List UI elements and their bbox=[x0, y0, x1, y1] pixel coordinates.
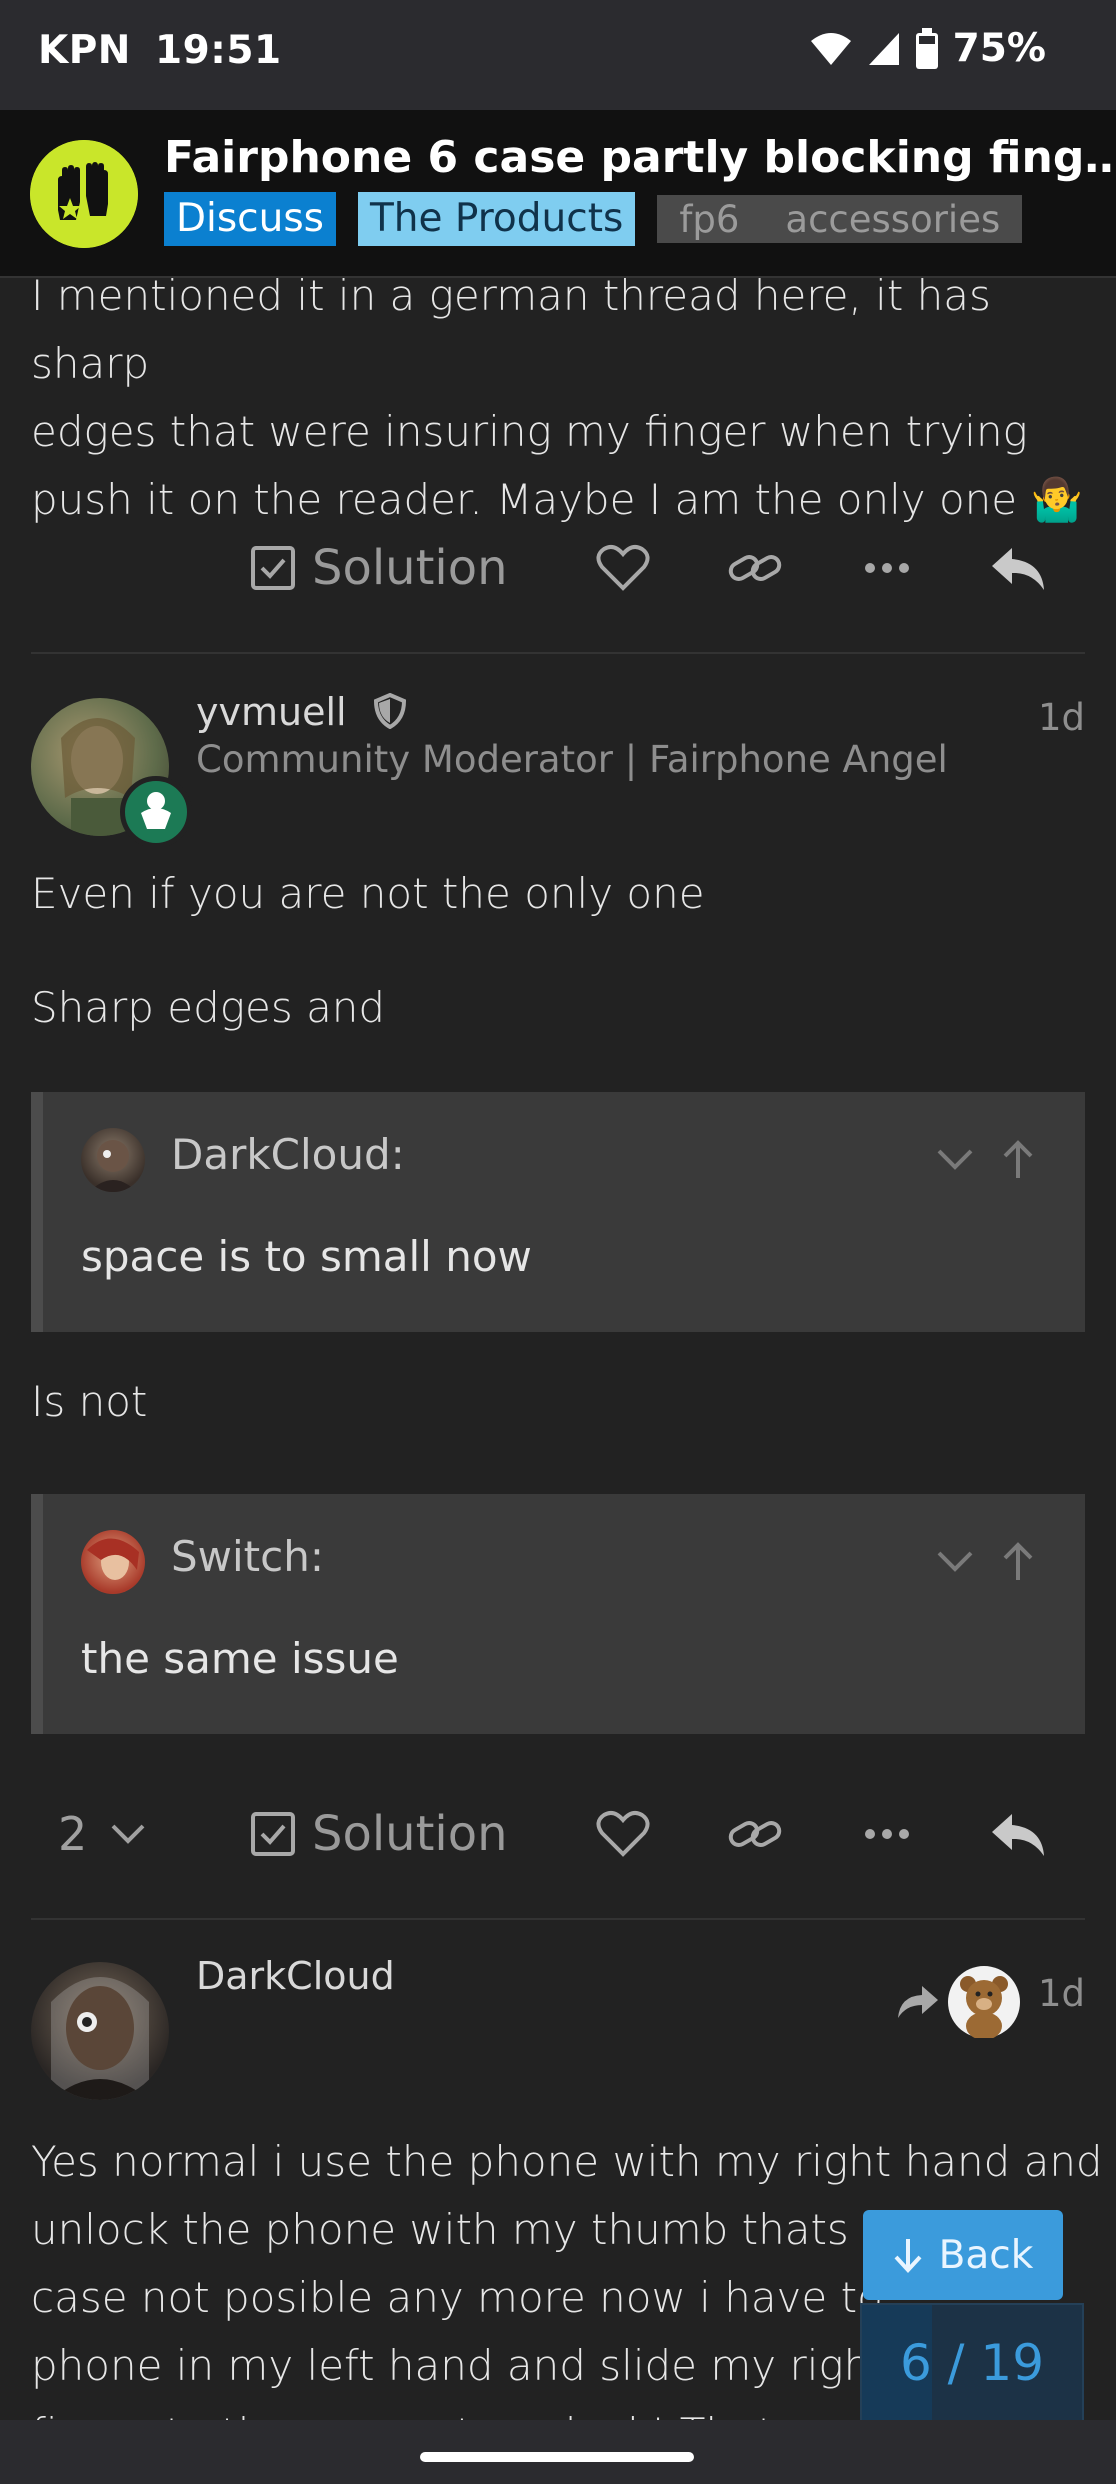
like-button[interactable] bbox=[596, 528, 650, 608]
topic-categories: Discuss The Products fp6 accessories bbox=[164, 192, 1023, 246]
checkbox-icon bbox=[251, 1812, 295, 1856]
site-logo[interactable] bbox=[30, 140, 138, 248]
tag-fp6[interactable]: fp6 bbox=[679, 198, 739, 241]
post-actions: 2 Solution bbox=[0, 1794, 1116, 1874]
reply-icon bbox=[992, 548, 1044, 590]
back-button[interactable]: Back bbox=[863, 2210, 1063, 2300]
quote-author[interactable]: DarkCloud: bbox=[171, 1130, 405, 1179]
user-title: Community Moderator | Fairphone Angel bbox=[196, 738, 948, 781]
post-divider bbox=[31, 1918, 1085, 1920]
quote-avatar-portrait bbox=[87, 1538, 139, 1580]
angel-flair-icon bbox=[141, 792, 171, 829]
more-button[interactable] bbox=[864, 528, 910, 608]
reply-icon bbox=[992, 1814, 1044, 1856]
solution-label: Solution bbox=[312, 1806, 508, 1862]
solution-label: Solution bbox=[312, 540, 508, 596]
gesture-handle[interactable] bbox=[420, 2452, 694, 2462]
link-icon bbox=[728, 1821, 782, 1847]
solution-button[interactable]: Solution bbox=[250, 528, 508, 608]
ellipsis-icon bbox=[865, 563, 909, 573]
share-link-button[interactable] bbox=[728, 528, 782, 608]
post-text: Even if you are not the only one bbox=[31, 869, 705, 918]
system-nav-bar bbox=[0, 2420, 1116, 2484]
post-username[interactable]: DarkCloud bbox=[196, 1954, 395, 1998]
moderator-flair bbox=[120, 776, 192, 848]
post-date[interactable]: 1d bbox=[1038, 1972, 1085, 2015]
post-body: I mentioned it in a german thread here, … bbox=[31, 278, 1116, 534]
topic-progress[interactable]: 6 / 19 bbox=[860, 2303, 1084, 2423]
post-line: I mentioned it in a german thread here, … bbox=[31, 278, 991, 388]
post-date[interactable]: 1d bbox=[1038, 696, 1085, 739]
ellipsis-icon bbox=[865, 1829, 909, 1839]
chevron-down-icon[interactable] bbox=[935, 1549, 975, 1575]
reply-button[interactable] bbox=[990, 1794, 1046, 1874]
quote-author[interactable]: Switch: bbox=[171, 1532, 324, 1581]
clock: 19:51 bbox=[154, 28, 282, 73]
more-button[interactable] bbox=[864, 1794, 910, 1874]
post-username[interactable]: yvmuell bbox=[196, 690, 407, 734]
quote-avatar bbox=[81, 1530, 145, 1594]
reply-count: 2 bbox=[58, 1807, 88, 1861]
reply-button[interactable] bbox=[990, 528, 1046, 608]
quote-avatar bbox=[81, 1128, 145, 1192]
username-text: yvmuell bbox=[196, 690, 347, 734]
battery-icon bbox=[915, 27, 938, 69]
post-line: edges that were insuring my finger when … bbox=[31, 407, 1028, 456]
avatar[interactable] bbox=[31, 1962, 169, 2100]
quote-block: DarkCloud: space is to small now bbox=[31, 1092, 1085, 1332]
status-left: KPN 19:51 bbox=[38, 28, 306, 73]
like-button[interactable] bbox=[596, 1794, 650, 1874]
heart-icon bbox=[596, 544, 650, 591]
post-actions: Solution bbox=[0, 528, 1116, 608]
post-stream[interactable]: I mentioned it in a german thread here, … bbox=[0, 278, 1116, 2420]
share-link-button[interactable] bbox=[728, 1794, 782, 1874]
share-arrow-icon bbox=[898, 1986, 938, 2018]
post-line-text: push it on the reader. Maybe I am the on… bbox=[31, 475, 1018, 524]
back-label: Back bbox=[938, 2232, 1034, 2278]
arrow-up-icon[interactable] bbox=[1001, 1542, 1035, 1582]
quote-controls bbox=[935, 1542, 1035, 1582]
wifi-icon bbox=[810, 32, 851, 65]
chevron-down-icon bbox=[111, 1824, 145, 1844]
teddy-bear-avatar-icon bbox=[948, 1966, 1020, 2038]
post-divider bbox=[31, 652, 1085, 654]
tag-accessories[interactable]: accessories bbox=[785, 198, 1000, 241]
shield-icon bbox=[373, 692, 406, 730]
chevron-down-icon[interactable] bbox=[935, 1147, 975, 1173]
status-bar: KPN 19:51 75% bbox=[0, 0, 1116, 110]
topic-header: Fairphone 6 case partly blocking fing… D… bbox=[0, 110, 1116, 278]
carrier-name: KPN bbox=[38, 28, 131, 73]
topic-title[interactable]: Fairphone 6 case partly blocking fing… bbox=[164, 132, 1116, 183]
post-line: push it on the reader. Maybe I am the on… bbox=[31, 466, 1116, 534]
heart-icon bbox=[596, 1810, 650, 1857]
quote-avatar-portrait bbox=[89, 1140, 137, 1192]
category-the-products[interactable]: The Products bbox=[357, 192, 636, 246]
category-discuss[interactable]: Discuss bbox=[164, 192, 336, 246]
signal-icon bbox=[868, 32, 899, 65]
solution-button[interactable]: Solution bbox=[250, 1794, 508, 1874]
tag-list: fp6 accessories bbox=[657, 195, 1023, 243]
quote-text: the same issue bbox=[81, 1634, 399, 1683]
quote-block: Switch: the same issue bbox=[31, 1494, 1085, 1734]
reply-to-indicator[interactable] bbox=[896, 1966, 1020, 2038]
arrow-up-icon[interactable] bbox=[1001, 1140, 1035, 1180]
link-icon bbox=[728, 555, 782, 581]
fairphone-hands-icon bbox=[30, 140, 138, 248]
replies-toggle[interactable]: 2 bbox=[58, 1794, 147, 1874]
post-text: Is not bbox=[31, 1377, 148, 1426]
avatar-portrait bbox=[51, 1977, 149, 2100]
status-right: 75% bbox=[809, 26, 1046, 71]
battery-percent: 75% bbox=[952, 26, 1046, 71]
progress-text: 6 / 19 bbox=[899, 2334, 1045, 2392]
quote-controls bbox=[935, 1140, 1035, 1180]
post-text: Sharp edges and bbox=[31, 983, 386, 1032]
post-line: Yes normal i use the phone with my right… bbox=[31, 2137, 1103, 2186]
quote-text: space is to small now bbox=[81, 1232, 532, 1281]
checkbox-icon bbox=[251, 546, 295, 590]
arrow-down-icon bbox=[894, 2239, 922, 2273]
shrug-emoji: 🤷‍♂️ bbox=[1030, 475, 1083, 524]
